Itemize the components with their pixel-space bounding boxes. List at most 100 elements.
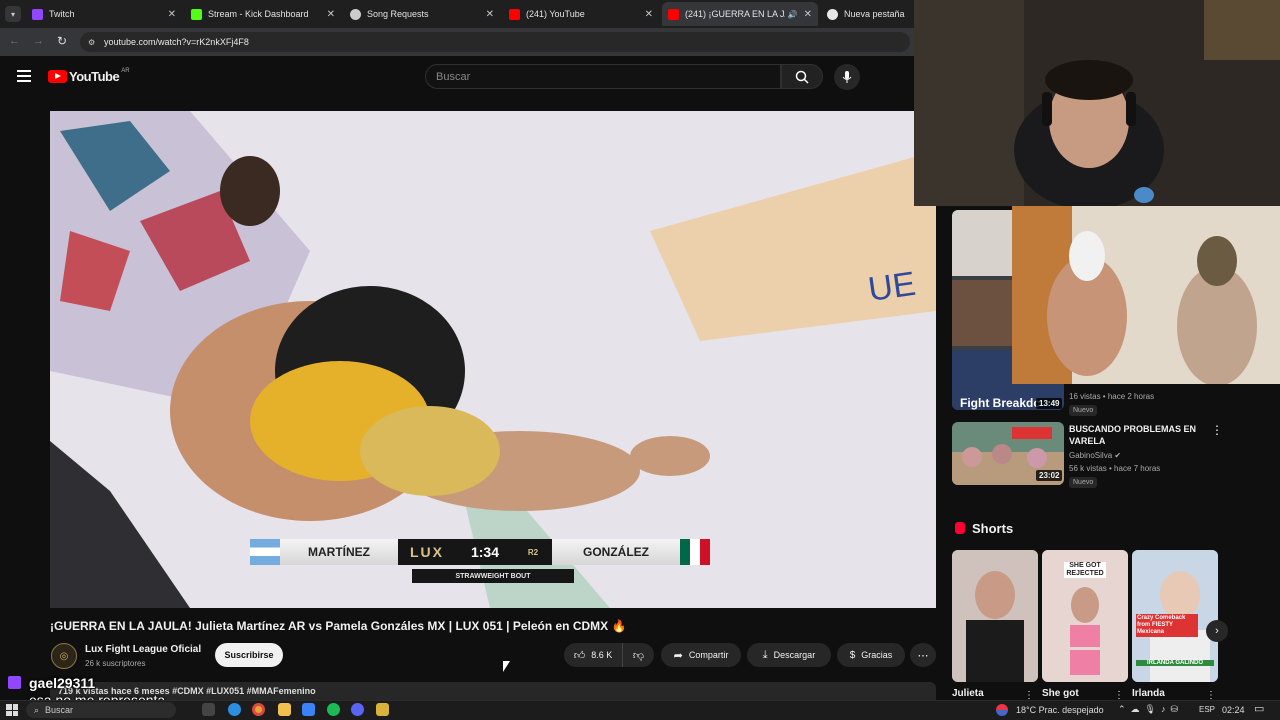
forward-icon[interactable]: → [33, 35, 44, 47]
download-icon: ⤓ [762, 648, 768, 661]
verified-icon: ✔ [1114, 451, 1122, 460]
search-icon [795, 70, 809, 84]
short-thumbnail [952, 550, 1038, 682]
short-card[interactable]: Crazy Comeback from FIESTY Mexicana IRLA… [1132, 550, 1218, 682]
weather-text[interactable]: 18°C Prac. despejado [1016, 705, 1104, 715]
tab-song-requests[interactable]: Song Requests ✕ [344, 2, 500, 26]
rec-meta: 16 vistas • hace 2 horas [1069, 392, 1155, 401]
tab-youtube[interactable]: (241) YouTube ✕ [503, 2, 659, 26]
notifications-icon[interactable]: ▭ [1254, 702, 1264, 715]
short-title[interactable]: She got [1042, 688, 1079, 699]
language-indicator[interactable]: ESP [1199, 705, 1215, 714]
youtube-icon [509, 8, 520, 20]
tab-kick[interactable]: Stream - Kick Dashboard ✕ [185, 2, 341, 26]
youtube-icon [668, 8, 679, 20]
share-button[interactable]: ➦ Compartir [661, 643, 741, 667]
share-icon: ➦ [673, 649, 683, 662]
mexico-flag-icon [680, 539, 710, 565]
edge-icon[interactable] [228, 703, 241, 716]
rec-meta: 56 k vistas • hace 7 horas [1069, 464, 1161, 473]
webcam-frame [914, 0, 1280, 206]
argentina-flag-icon [250, 539, 280, 565]
short-card[interactable] [952, 550, 1038, 682]
new-badge: Nuevo [1069, 405, 1098, 416]
overlay-image [1012, 206, 1280, 384]
video-title: ¡GUERRA EN LA JAULA! Julieta Martínez AR… [50, 619, 627, 633]
subscribe-button[interactable]: Suscribirse [215, 643, 283, 667]
duration-badge: 13:49 [1036, 398, 1063, 409]
windows-start-icon[interactable] [6, 704, 18, 716]
more-options-icon[interactable]: ⋮ [1211, 423, 1223, 437]
close-tab-icon[interactable]: ✕ [327, 9, 335, 20]
search-icon: ⌕ [34, 704, 40, 715]
thumbs-down-icon: 👎︎ [632, 649, 645, 662]
thumbs-up-icon: 👍︎ [573, 649, 586, 662]
spotify-icon[interactable] [327, 703, 340, 716]
chat-username: gael29311 [29, 675, 96, 691]
store-icon[interactable] [302, 703, 315, 716]
rec-title[interactable]: Fight Breakdc [960, 396, 1040, 410]
dislike-button[interactable]: 👎︎ [622, 643, 654, 667]
webcam-overlay [914, 0, 1280, 206]
weather-icon [996, 704, 1008, 716]
clock[interactable]: 02:24 [1222, 705, 1245, 715]
shorts-next-button[interactable]: › [1206, 620, 1228, 642]
thanks-icon: $ [849, 649, 856, 661]
close-tab-icon[interactable]: ✕ [486, 9, 494, 20]
tab-new-tab[interactable]: Nueva pestaña [821, 2, 913, 26]
reload-icon[interactable]: ↻ [57, 34, 67, 48]
shorts-heading: Shorts [972, 521, 1014, 536]
chrome-icon [827, 8, 838, 20]
microphone-icon [842, 70, 852, 83]
site-info-icon[interactable]: ⚙ [88, 38, 95, 47]
song-requests-icon [350, 8, 361, 20]
voice-search-button[interactable] [834, 64, 860, 90]
kick-icon [191, 8, 202, 20]
search-button[interactable] [781, 64, 823, 89]
rec-channel[interactable]: GabinoSilva ✔ [1069, 451, 1121, 460]
speaker-icon[interactable]: 🔊 [788, 10, 798, 19]
channel-name[interactable]: Lux Fight League Oficial [85, 644, 201, 655]
video-frame: UE [50, 111, 936, 608]
short-title[interactable]: Irlanda [1132, 688, 1165, 699]
discord-icon[interactable] [351, 703, 364, 716]
division-label: STRAWWEIGHT BOUT [412, 569, 574, 583]
subscriber-count: 26 k suscriptores [85, 659, 146, 668]
scoreboard: MARTÍNEZ LUX 1:34 R2 GONZÁLEZ [250, 539, 736, 565]
channel-avatar[interactable]: ◎ [51, 643, 77, 669]
like-button[interactable]: 👍︎ 8.6 K [564, 643, 622, 667]
mouse-cursor [503, 661, 510, 672]
more-icon: ⋯ [917, 649, 929, 662]
menu-icon[interactable] [17, 70, 31, 82]
new-badge: Nuevo [1069, 477, 1098, 488]
tab-guerra-en-la-jaula[interactable]: (241) ¡GUERRA EN LA JAULA 🔊 ✕ [662, 2, 818, 26]
close-tab-icon[interactable]: ✕ [168, 9, 176, 20]
task-view-icon[interactable] [202, 703, 215, 716]
download-button[interactable]: ⤓ Descargar [747, 643, 831, 667]
close-tab-icon[interactable]: ✕ [804, 9, 812, 20]
file-explorer-icon[interactable] [278, 703, 291, 716]
more-actions-button[interactable]: ⋯ [910, 643, 936, 667]
shorts-icon [955, 522, 965, 534]
video-player[interactable]: UE MARTÍNEZ LUX 1:34 R2 GONZÁLEZ STRAWWE… [50, 111, 936, 608]
taskbar-search[interactable]: ⌕ Buscar [26, 702, 176, 718]
address-bar[interactable]: ⚙ youtube.com/watch?v=rK2nkXFj4F8 [80, 32, 910, 52]
tab-list-button[interactable]: ▾ [5, 6, 21, 22]
youtube-logo[interactable]: YouTube AR [48, 68, 130, 84]
chrome-taskbar-icon[interactable] [252, 703, 265, 716]
search-input[interactable]: Buscar [425, 64, 781, 89]
short-title[interactable]: Julieta [952, 688, 984, 699]
tray-icons[interactable]: ⌃☁🎙♪⛁ [1118, 704, 1183, 715]
shorts-thumbnail-overlay [1012, 206, 1280, 384]
close-tab-icon[interactable]: ✕ [645, 9, 653, 20]
rec-title[interactable]: BUSCANDO PROBLEMAS EN VARELA [1069, 423, 1201, 447]
short-card[interactable]: SHE GOT REJECTED [1042, 550, 1128, 682]
twitch-chat-icon [8, 676, 21, 689]
app-icon[interactable] [376, 703, 389, 716]
svg-text:UE: UE [866, 265, 918, 309]
duration-badge: 23:02 [1036, 470, 1063, 481]
tab-twitch[interactable]: Twitch ✕ [26, 2, 182, 26]
thanks-button[interactable]: $ Gracias [837, 643, 905, 667]
twitch-icon [32, 8, 43, 20]
back-icon[interactable]: ← [9, 35, 20, 47]
